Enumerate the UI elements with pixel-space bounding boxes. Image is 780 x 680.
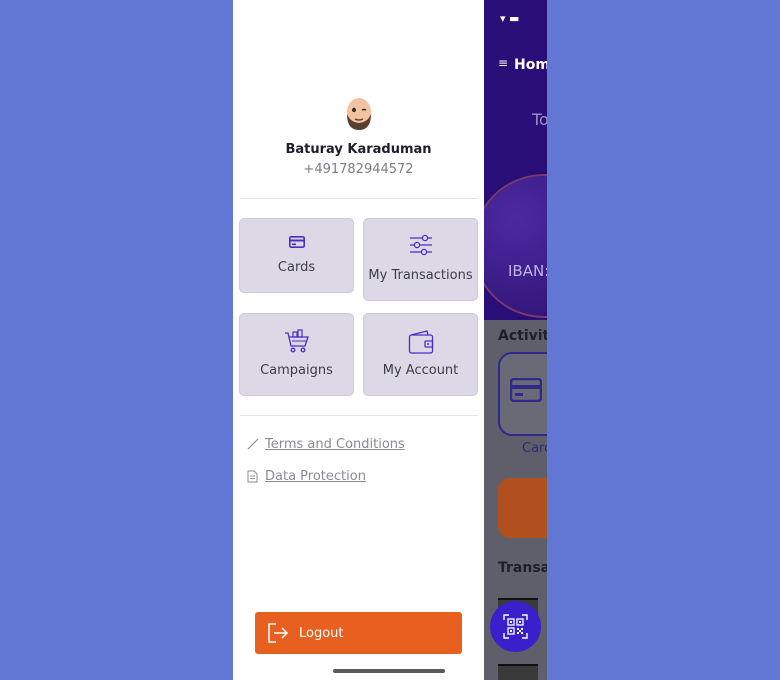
hamburger-icon[interactable]: ≡ xyxy=(498,56,508,70)
logout-label: Logout xyxy=(299,626,344,641)
terms-link-label[interactable]: Terms and Conditions xyxy=(265,437,405,452)
divider xyxy=(240,415,478,416)
transactions-heading: Transac xyxy=(498,560,547,576)
balance-card xyxy=(484,176,547,316)
activities-heading: Activitie xyxy=(498,328,547,344)
cards-tile-label: Cards xyxy=(277,260,316,275)
document-icon xyxy=(247,470,258,483)
iban-label: IBAN: xyxy=(508,262,547,280)
cards-tile[interactable]: Cards xyxy=(239,218,354,293)
navigation-drawer: Baturay Karaduman +491782944572 Cards My… xyxy=(233,0,484,680)
sliders-icon xyxy=(409,234,432,256)
logout-icon xyxy=(268,623,289,643)
home-indicator[interactable] xyxy=(333,669,445,673)
campaigns-tile[interactable]: Campaigns xyxy=(239,313,354,396)
my-transactions-tile-label: My Transactions xyxy=(368,268,473,283)
my-account-tile-label: My Account xyxy=(382,363,459,378)
data-protection-link-label[interactable]: Data Protection xyxy=(265,469,366,484)
qr-code-icon xyxy=(503,614,528,639)
card-activity-button[interactable] xyxy=(498,352,547,436)
campaigns-tile-label: Campaigns xyxy=(260,363,333,378)
total-label: To xyxy=(532,110,547,129)
wallet-icon xyxy=(408,330,433,354)
avatar xyxy=(347,98,371,130)
pencil-icon xyxy=(247,438,259,450)
phone-screen: ▾ ▬ ≡ Home To IBAN: Activitie Card Trans… xyxy=(233,0,547,680)
home-title: Home xyxy=(514,57,547,73)
status-bar: ▾ ▬ xyxy=(500,12,520,25)
action-button[interactable] xyxy=(498,478,547,538)
card-icon xyxy=(510,378,542,402)
shopping-cart-icon xyxy=(284,329,309,353)
my-transactions-tile[interactable]: My Transactions xyxy=(363,218,478,301)
transaction-thumbnail xyxy=(498,664,538,680)
my-account-tile[interactable]: My Account xyxy=(363,313,478,396)
user-phone: +491782944572 xyxy=(303,162,414,177)
logout-button[interactable]: Logout xyxy=(255,612,462,654)
background-home-screen[interactable]: ▾ ▬ ≡ Home To IBAN: Activitie Card Trans… xyxy=(484,0,547,680)
divider xyxy=(240,198,478,199)
user-name: Baturay Karaduman xyxy=(285,142,432,157)
qr-scan-button[interactable] xyxy=(490,601,541,652)
card-icon xyxy=(288,236,305,248)
card-activity-label: Card xyxy=(522,441,547,456)
